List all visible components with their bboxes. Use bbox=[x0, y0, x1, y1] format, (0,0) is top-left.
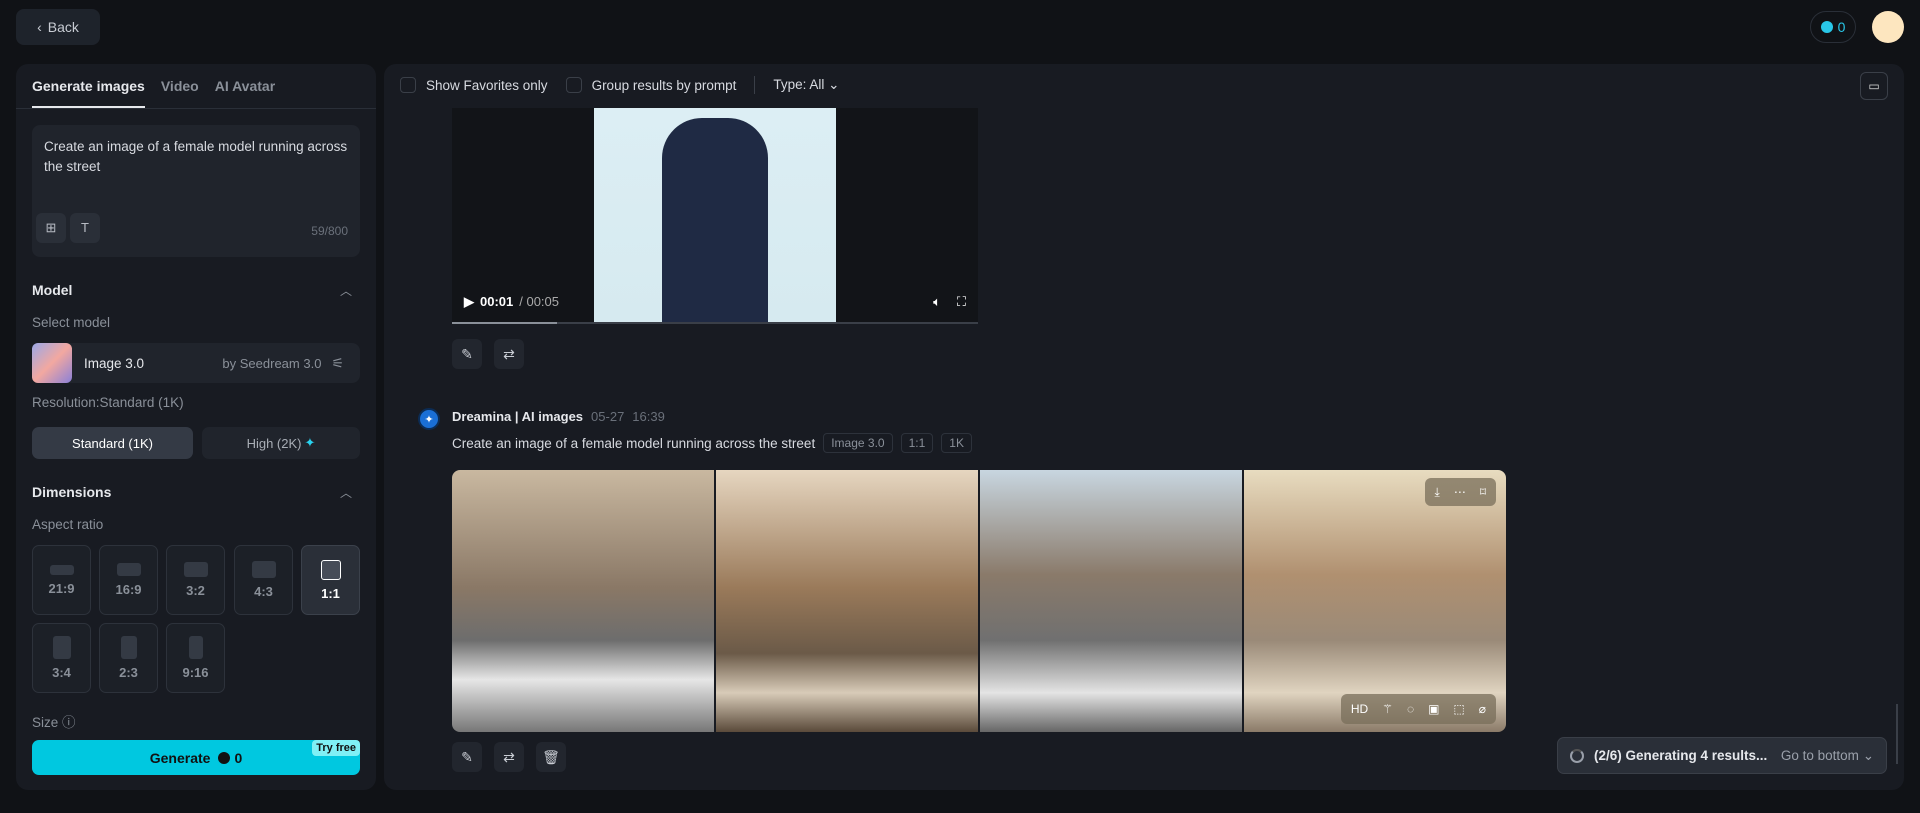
ratio-16-9[interactable]: 16:9 bbox=[99, 545, 158, 615]
credits-badge[interactable]: 0 bbox=[1810, 11, 1856, 43]
user-avatar[interactable] bbox=[1872, 11, 1904, 43]
tab-ai-avatar[interactable]: AI Avatar bbox=[215, 78, 275, 108]
go-to-bottom-button[interactable]: Go to bottom ⌄ bbox=[1781, 748, 1874, 764]
generation-status: (2/6) Generating 4 results... bbox=[1594, 748, 1768, 763]
aspect-ratio-label: Aspect ratio bbox=[32, 517, 104, 532]
size-label: Size ⓘ bbox=[32, 715, 76, 730]
download-icon[interactable]: ⤓ bbox=[1435, 485, 1440, 500]
try-free-badge: Try free bbox=[312, 740, 360, 756]
group-label: Group results by prompt bbox=[591, 77, 737, 93]
result-image-3[interactable] bbox=[980, 470, 1242, 732]
inpaint-icon[interactable]: ◌ bbox=[1407, 702, 1414, 716]
credit-icon bbox=[1820, 21, 1833, 33]
ratio-9-16[interactable]: 9:16 bbox=[166, 623, 225, 693]
ratio-3-4[interactable]: 3:4 bbox=[32, 623, 91, 693]
result-prompt: Create an image of a female model runnin… bbox=[452, 435, 816, 451]
add-image-icon[interactable]: ⊞ bbox=[36, 213, 66, 243]
scrollbar[interactable] bbox=[1896, 704, 1898, 764]
volume-icon[interactable]: 🔈︎ bbox=[933, 294, 941, 310]
ratio-1-1[interactable]: 1:1 bbox=[301, 545, 360, 615]
model-name: Image 3.0 bbox=[84, 355, 145, 371]
group-checkbox[interactable] bbox=[565, 77, 582, 93]
regenerate-icon[interactable]: ⇄ bbox=[494, 339, 524, 369]
favorites-checkbox[interactable] bbox=[400, 77, 416, 93]
model-thumbnail bbox=[32, 343, 72, 383]
results-panel: Show Favorites only Group results by pro… bbox=[384, 64, 1904, 790]
resolution-high[interactable]: High (2K) ✦ bbox=[202, 427, 360, 459]
ratio-21-9[interactable]: 21:9 bbox=[32, 545, 91, 615]
resolution-label: Resolution:Standard (1K) bbox=[32, 395, 184, 410]
divider bbox=[16, 108, 376, 109]
chip-ratio: 1:1 bbox=[900, 433, 934, 453]
image-actions-top: ⤓ ⋯ ⌑ bbox=[1424, 478, 1496, 506]
generate-panel: Generate images Video AI Avatar Create a… bbox=[16, 64, 376, 790]
dreamina-logo-icon: ✦ bbox=[418, 408, 440, 430]
text-style-icon[interactable]: T bbox=[70, 213, 100, 243]
chevron-left-icon: ‹ bbox=[37, 19, 42, 35]
back-button[interactable]: ‹ Back bbox=[16, 9, 100, 45]
video-frame bbox=[594, 108, 836, 323]
eraser-icon[interactable]: ⌀ bbox=[1479, 702, 1486, 716]
resolution-standard[interactable]: Standard (1K) bbox=[32, 427, 193, 459]
edit-icon[interactable]: ✎ bbox=[452, 339, 482, 369]
magic-wand-icon[interactable]: ⚚ bbox=[1382, 702, 1393, 716]
image-actions-bottom: HD ⚚ ◌ ▣ ⬚ ⌀ bbox=[1340, 694, 1496, 724]
tab-generate-images[interactable]: Generate images bbox=[32, 78, 145, 108]
char-count: 59/800 bbox=[311, 224, 348, 238]
select-model-label: Select model bbox=[32, 315, 111, 330]
model-provider: by Seedream 3.0 bbox=[222, 355, 322, 371]
delete-icon[interactable]: 🗑︎ bbox=[536, 742, 566, 772]
image-to-video-icon[interactable]: ▣ bbox=[1428, 702, 1439, 716]
result-image-2[interactable] bbox=[716, 470, 978, 732]
regenerate-icon[interactable]: ⇄ bbox=[494, 742, 524, 772]
video-player[interactable]: ▶ 00:01/ 00:05 🔈︎ ⛶ bbox=[452, 108, 978, 324]
fullscreen-icon[interactable]: ⛶ bbox=[957, 294, 966, 310]
bookmark-icon[interactable]: ⌑ bbox=[1480, 485, 1486, 499]
edit-icon[interactable]: ✎ bbox=[452, 742, 482, 772]
type-filter[interactable]: Type: All ⌄ bbox=[773, 77, 839, 93]
favorites-label: Show Favorites only bbox=[426, 77, 548, 93]
ratio-2-3[interactable]: 2:3 bbox=[99, 623, 158, 693]
result-image-1[interactable] bbox=[452, 470, 714, 732]
video-progress[interactable] bbox=[452, 322, 978, 324]
chevron-up-icon[interactable]: ︿ bbox=[340, 484, 352, 501]
more-icon[interactable]: ⋯ bbox=[1454, 485, 1466, 499]
chevron-up-icon[interactable]: ︿ bbox=[340, 282, 352, 299]
info-icon: ⓘ bbox=[62, 715, 76, 730]
ratio-3-2[interactable]: 3:2 bbox=[166, 545, 225, 615]
result-image-4[interactable]: ⤓ ⋯ ⌑ HD ⚚ ◌ ▣ ⬚ ⌀ bbox=[1244, 470, 1506, 732]
chip-resolution: 1K bbox=[941, 433, 972, 453]
credit-icon bbox=[218, 751, 231, 764]
settings-sliders-icon[interactable]: ⚟ bbox=[331, 355, 344, 372]
play-icon[interactable]: ▶ bbox=[464, 294, 474, 310]
prompt-input[interactable]: Create an image of a female model runnin… bbox=[32, 125, 360, 257]
chip-model: Image 3.0 bbox=[823, 433, 893, 453]
sparkle-icon: ✦ bbox=[304, 435, 316, 450]
result-source: Dreamina | AI images bbox=[452, 409, 584, 424]
generate-button[interactable]: Generate 0 Try free bbox=[32, 740, 360, 775]
spinner-icon bbox=[1570, 748, 1584, 763]
tab-video[interactable]: Video bbox=[161, 78, 199, 108]
model-heading: Model bbox=[32, 282, 73, 298]
expand-icon[interactable]: ⬚ bbox=[1453, 702, 1464, 716]
dimensions-heading: Dimensions bbox=[32, 484, 112, 500]
result-images: ⤓ ⋯ ⌑ HD ⚚ ◌ ▣ ⬚ ⌀ bbox=[452, 470, 1506, 732]
generation-toast: (2/6) Generating 4 results... Go to bott… bbox=[1557, 737, 1887, 774]
model-selector[interactable]: Image 3.0 by Seedream 3.0 ⚟ bbox=[32, 343, 360, 383]
folder-icon[interactable]: ▭ bbox=[1860, 72, 1888, 100]
hd-button[interactable]: HD bbox=[1351, 702, 1368, 716]
ratio-4-3[interactable]: 4:3 bbox=[234, 545, 293, 615]
